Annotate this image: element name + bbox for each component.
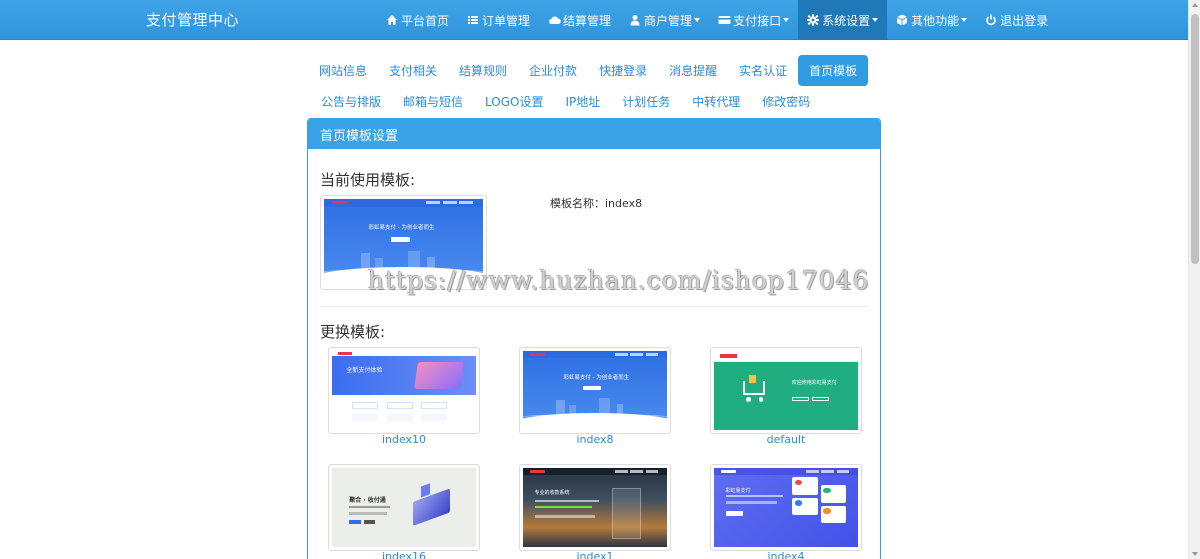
scroll-up-arrow-icon[interactable] [1192,3,1198,7]
caret-down-icon [783,18,790,22]
nav-item-3[interactable]: 商户管理 [620,0,709,40]
template-card-index4[interactable]: 彩虹易支付 [710,464,862,551]
tab-row2-2[interactable]: LOGO设置 [474,86,554,117]
template-hero-text: 彩虹易支付 [725,487,751,494]
nav-item-label: 其他功能 [911,13,960,28]
template-preview: 全新支付体验 [332,351,476,430]
tab-row2-0[interactable]: 公告与排版 [310,86,392,117]
template-preview: 聚合 · 收付通 [332,468,476,547]
cloud-icon [548,14,561,26]
scrollbar-thumb[interactable] [1191,14,1199,264]
template-name-link[interactable]: index4 [710,550,862,559]
credit-card-icon [718,14,731,26]
nav-item-label: 系统设置 [822,13,871,28]
nav-item-5[interactable]: 系统设置 [798,0,888,40]
section-divider [320,306,868,307]
template-hero-text: 全新支付体验 [346,367,383,375]
caret-down-icon [961,18,968,22]
caret-down-icon [694,18,701,22]
change-template-heading: 更换模板: [320,323,386,341]
template-hero-text: 聚合 · 收付通 [349,496,386,504]
cube-icon [896,14,908,26]
template-hero-text: 欢迎使用彩虹易支付 [791,380,837,387]
tab-row2-5[interactable]: 中转代理 [681,86,751,117]
tab-row1-2[interactable]: 结算规则 [448,55,518,86]
template-name-link[interactable]: index8 [519,433,671,446]
mini-navbar [523,468,667,476]
nav-item-2[interactable]: 结算管理 [539,0,620,40]
watermark-text: https://www.huzhan.com/ishop17046 [368,266,870,295]
tab-row2-4[interactable]: 计划任务 [611,86,681,117]
user-icon [629,14,641,26]
nav-item-0[interactable]: 平台首页 [377,0,458,40]
template-preview: 彩虹易支付 [714,468,858,547]
tab-row1-6[interactable]: 实名认证 [728,55,798,86]
template-settings-panel: 首页模板设置 当前使用模板: 彩虹易支付 - 为创业者而生 模板名称：index… [307,118,881,559]
settings-tabs-row-2: 公告与排版 邮箱与短信 LOGO设置 IP地址 计划任务 中转代理 修改密码 [310,86,821,117]
nav-item-label: 商户管理 [644,13,693,28]
settings-tabs-row-1: 网站信息 支付相关 结算规则 企业付款 快捷登录 消息提醒 实名认证 首页模板 [308,55,869,86]
mini-navbar [523,351,667,359]
template-preview: 欢迎使用彩虹易支付 [714,351,858,430]
nav-item-label: 结算管理 [563,13,612,28]
template-name-link[interactable]: index10 [328,433,480,446]
template-hero-text: 专业的收款系统 [534,489,570,496]
template-card-index10[interactable]: 全新支付体验 [328,347,480,434]
nav-item-label: 支付接口 [733,13,782,28]
tab-row1-1[interactable]: 支付相关 [378,55,448,86]
top-navbar: 支付管理中心 平台首页 订单管理 结算管理 商户管理 支付接口 系统设置 其他功能 退出登录 [0,0,1188,40]
power-icon [985,14,997,26]
panel-title: 首页模板设置 [308,119,880,149]
template-name-link[interactable]: index16 [328,550,480,559]
nav-item-6[interactable]: 其他功能 [887,0,976,40]
tab-row2-1[interactable]: 邮箱与短信 [392,86,474,117]
home-icon [386,14,398,26]
template-card-default[interactable]: 欢迎使用彩虹易支付 [710,347,862,434]
current-template-heading: 当前使用模板: [320,171,416,189]
template-name-link[interactable]: default [710,433,862,446]
page-scrollbar[interactable] [1188,0,1200,559]
tab-row1-7[interactable]: 首页模板 [798,55,869,86]
template-hero-text: 彩虹易支付 - 为创业者而生 [368,225,435,232]
template-card-index1[interactable]: 专业的收款系统 [519,464,671,551]
tab-row1-3[interactable]: 企业付款 [518,55,588,86]
nav-item-label: 平台首页 [401,13,450,28]
tab-row2-3[interactable]: IP地址 [554,86,611,117]
nav-item-label: 订单管理 [482,13,531,28]
list-icon [467,14,479,26]
gear-icon [807,14,820,26]
tab-row1-0[interactable]: 网站信息 [308,55,378,86]
template-name-link[interactable]: index1 [519,550,671,559]
tab-row2-6[interactable]: 修改密码 [751,86,821,117]
nav-item-1[interactable]: 订单管理 [458,0,539,40]
template-card-index8[interactable]: 彩虹易支付 - 为创业者而生 [519,347,671,434]
scroll-down-arrow-icon[interactable] [1192,552,1198,556]
mini-navbar [714,468,858,476]
nav-menu: 平台首页 订单管理 结算管理 商户管理 支付接口 系统设置 其他功能 退出登录 [377,0,1057,40]
tab-row1-5[interactable]: 消息提醒 [658,55,728,86]
template-name-text: 模板名称：index8 [550,197,643,210]
template-card-index16[interactable]: 聚合 · 收付通 [328,464,480,551]
nav-item-7[interactable]: 退出登录 [976,0,1057,40]
template-preview: 彩虹易支付 - 为创业者而生 [523,351,667,430]
brand-title[interactable]: 支付管理中心 [146,9,239,30]
template-hero-text: 彩虹易支付 - 为创业者而生 [563,375,630,382]
caret-down-icon [872,18,879,22]
nav-item-label: 退出登录 [1000,13,1049,28]
nav-item-4[interactable]: 支付接口 [709,0,798,40]
template-preview: 专业的收款系统 [523,468,667,547]
mini-navbar [324,199,483,207]
tab-row1-4[interactable]: 快捷登录 [588,55,658,86]
